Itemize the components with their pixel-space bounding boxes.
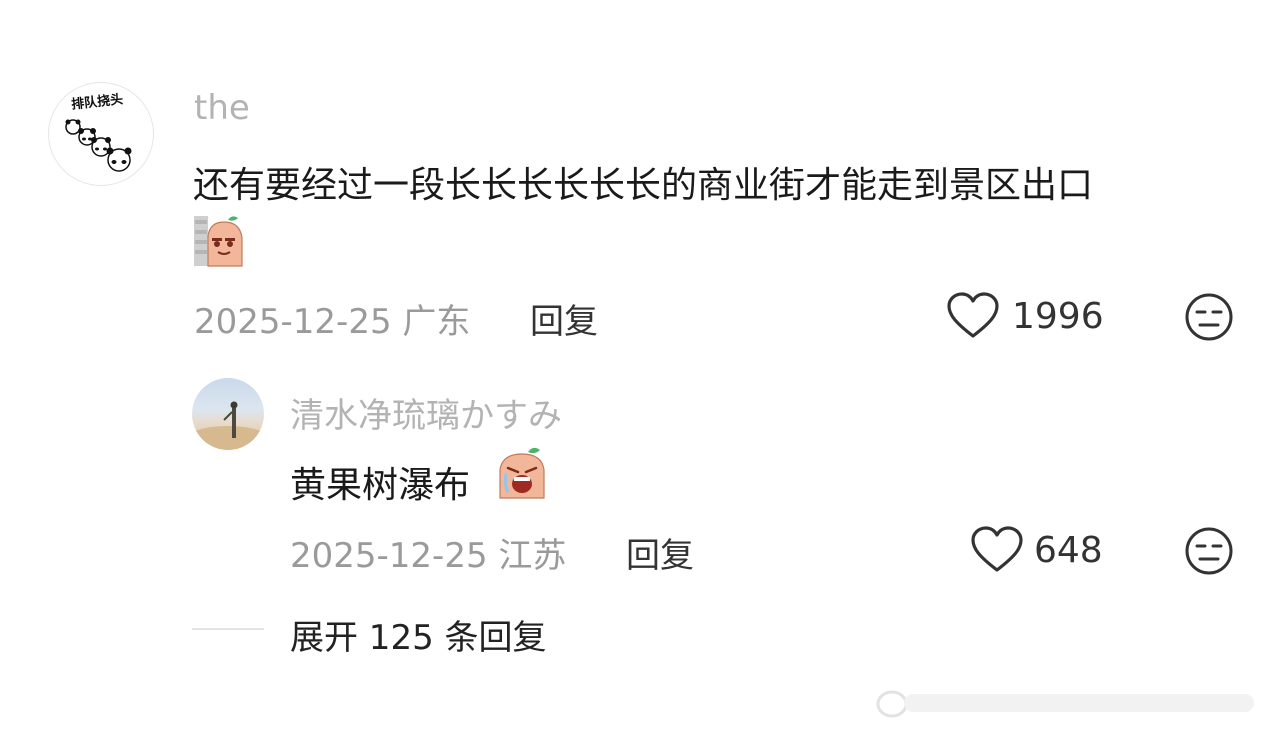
dislike-face-icon[interactable] [1184,292,1234,342]
desert-figure-icon [192,401,264,450]
reply-location: 江苏 [498,536,567,576]
comment-location: 广东 [402,302,471,342]
commenter-username[interactable]: the [194,88,250,128]
comment-text: 还有要经过一段长长长长长长的商业街才能走到景区出口 [193,165,1094,206]
expand-replies-button[interactable]: 展开 125 条回复 [290,610,547,659]
reply-dislike-face-icon[interactable] [1184,526,1234,576]
crying-sticker-icon [499,447,545,499]
comment-meta: 2025-12-25 广东 [194,294,470,343]
watermark-logo [876,690,1254,718]
reply-like-heart-icon[interactable] [970,526,1024,574]
reply-reply-button[interactable]: 回复 [626,528,694,577]
reply-text: 黄果树瀑布 [290,465,471,506]
replier-avatar[interactable] [192,378,264,450]
replier-username[interactable]: 清水净琉璃かすみ [290,388,562,437]
peeking-sticker-icon [194,216,243,267]
reply-meta: 2025-12-25 江苏 [290,528,566,577]
reply-like-count: 648 [1034,530,1103,571]
panda-meme-icon [65,119,132,172]
reply-date: 2025-12-25 [290,536,488,576]
commenter-avatar[interactable]: 排队挠头 [48,82,154,186]
reply-button[interactable]: 回复 [530,294,598,343]
like-count: 1996 [1012,296,1104,337]
expand-divider [192,628,264,630]
like-heart-icon[interactable] [946,292,1000,340]
comment-date: 2025-12-25 [194,302,392,342]
